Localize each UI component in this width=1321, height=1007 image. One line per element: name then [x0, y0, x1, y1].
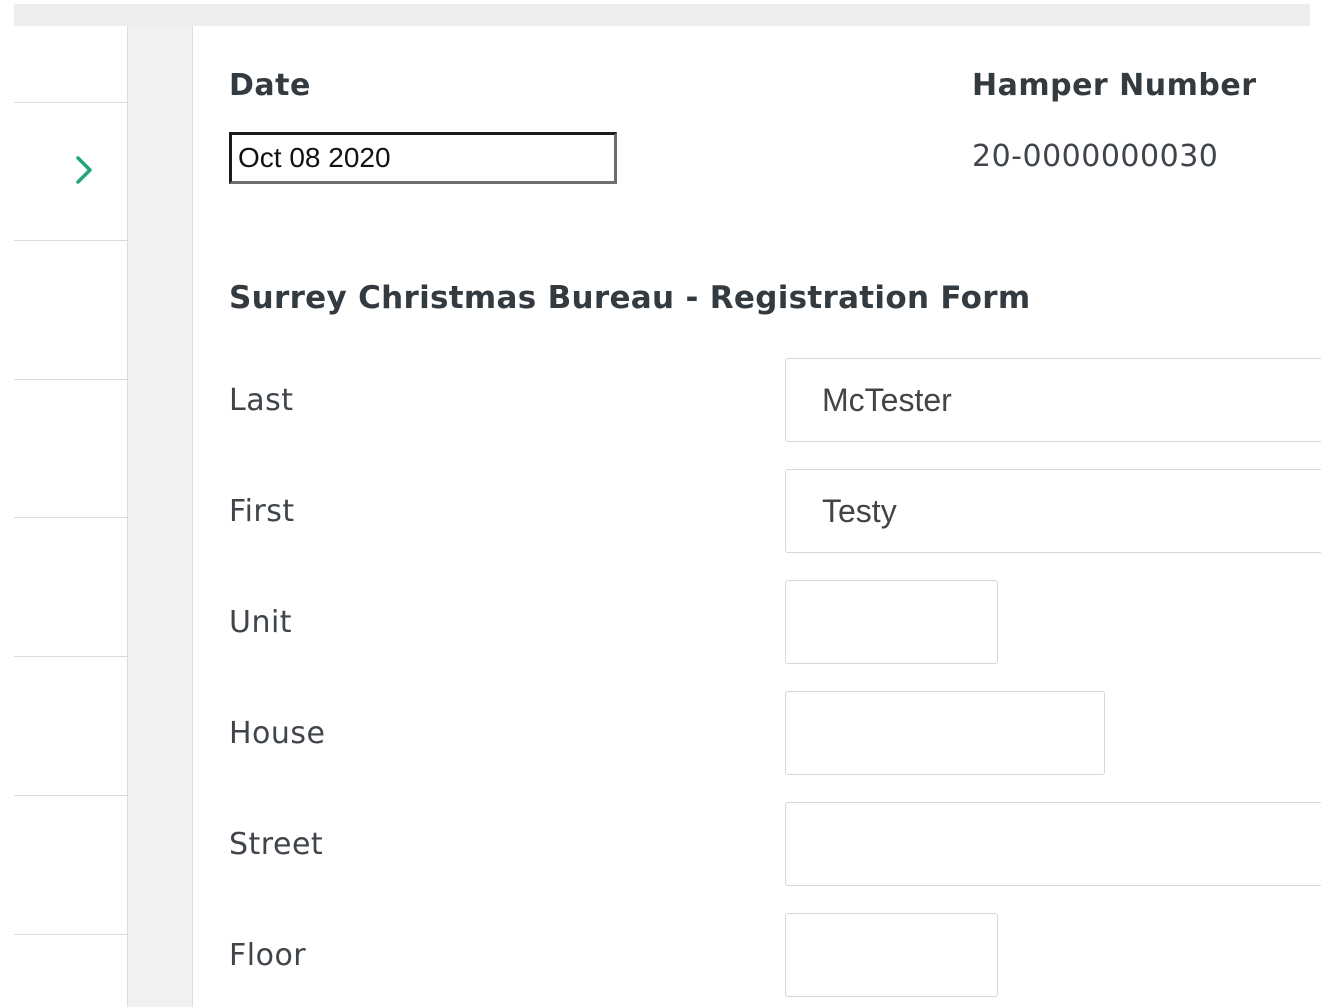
gutter [128, 26, 193, 1007]
last-name-label: Last [229, 383, 294, 418]
floor-input[interactable] [785, 913, 998, 997]
chevron-right-icon[interactable] [72, 154, 96, 186]
street-input[interactable] [785, 802, 1321, 886]
house-input[interactable] [785, 691, 1105, 775]
left-panel [14, 26, 128, 1007]
left-panel-row[interactable] [14, 380, 127, 518]
unit-label: Unit [229, 605, 293, 640]
left-panel-row[interactable] [14, 796, 127, 935]
left-panel-row[interactable] [14, 26, 127, 103]
last-name-input[interactable] [785, 358, 1321, 442]
form-title: Surrey Christmas Bureau - Registration F… [229, 280, 1031, 316]
top-bar [14, 4, 1310, 26]
unit-input[interactable] [785, 580, 998, 664]
page: Date Hamper Number 20-0000000030 Surrey … [0, 0, 1321, 1007]
street-label: Street [229, 827, 324, 862]
floor-label: Floor [229, 938, 307, 973]
hamper-number-value: 20-0000000030 [972, 139, 1219, 174]
date-label: Date [229, 68, 311, 103]
hamper-number-label: Hamper Number [972, 68, 1257, 103]
left-panel-row-active[interactable] [14, 103, 127, 241]
house-label: House [229, 716, 326, 751]
first-name-input[interactable] [785, 469, 1321, 553]
left-panel-row[interactable] [14, 241, 127, 380]
first-name-label: First [229, 494, 295, 529]
left-panel-row[interactable] [14, 657, 127, 796]
left-panel-row[interactable] [14, 518, 127, 657]
date-input[interactable] [229, 132, 617, 184]
registration-form-panel: Date Hamper Number 20-0000000030 Surrey … [193, 26, 1321, 1007]
